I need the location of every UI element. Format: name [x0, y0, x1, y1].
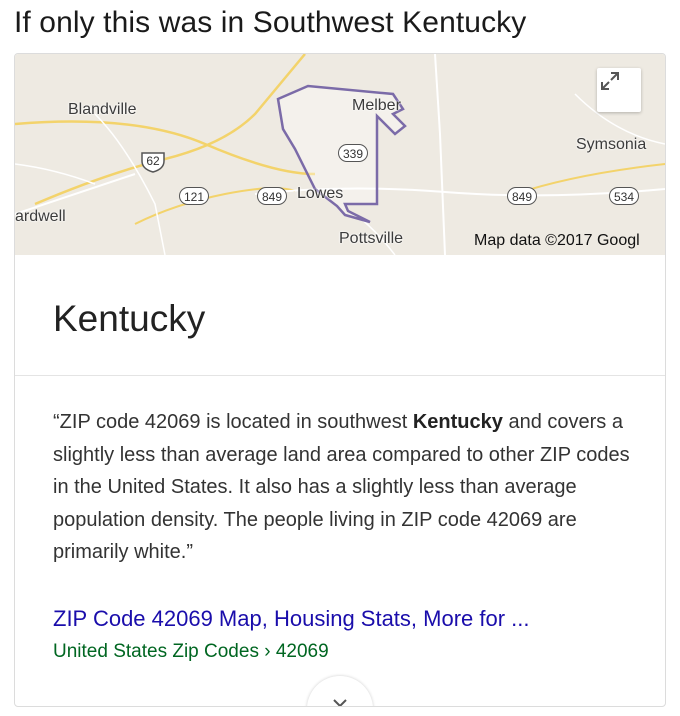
quote-open: “	[53, 411, 60, 433]
map-panel[interactable]: Blandville Melber Symsonia Lowes ardwell…	[15, 54, 665, 255]
expand-icon	[601, 72, 619, 90]
place-blandville: Blandville	[68, 101, 137, 118]
us-route-shield-icon: 62	[139, 151, 167, 173]
post-caption: If only this was in Southwest Kentucky	[14, 6, 527, 39]
route-534-shield: 534	[609, 187, 640, 205]
route-62-label: 62	[146, 154, 160, 168]
result-url[interactable]: United States Zip Codes › 42069	[53, 641, 329, 663]
entity-header: Kentucky	[15, 255, 665, 376]
map-attribution: Map data ©2017 Googl	[474, 232, 640, 249]
description-text-1: ZIP code 42069 is located in southwest	[59, 411, 413, 433]
place-melber: Melber	[352, 97, 401, 114]
result-description: “ZIP code 42069 is located in southwest …	[53, 406, 633, 569]
route-339-shield: 339	[338, 144, 369, 162]
route-849-shield: 849	[257, 187, 288, 205]
place-lowes: Lowes	[297, 185, 344, 202]
expand-map-button[interactable]	[597, 68, 641, 112]
show-more-button[interactable]	[307, 676, 373, 706]
search-result-card: Blandville Melber Symsonia Lowes ardwell…	[14, 53, 666, 707]
chevron-down-icon	[333, 699, 347, 706]
description-highlight: Kentucky	[412, 411, 503, 433]
place-bardwell: ardwell	[15, 208, 66, 225]
place-symsonia: Symsonia	[576, 136, 647, 153]
description-text-2: and covers a slightly less than average …	[53, 411, 630, 563]
route-849-east-shield: 849	[507, 187, 538, 205]
route-121-shield: 121	[179, 187, 210, 205]
place-pottsville: Pottsville	[339, 230, 404, 247]
entity-title: Kentucky	[53, 298, 206, 339]
result-link[interactable]: ZIP Code 42069 Map, Housing Stats, More …	[53, 606, 530, 632]
quote-close: ”	[186, 541, 194, 563]
